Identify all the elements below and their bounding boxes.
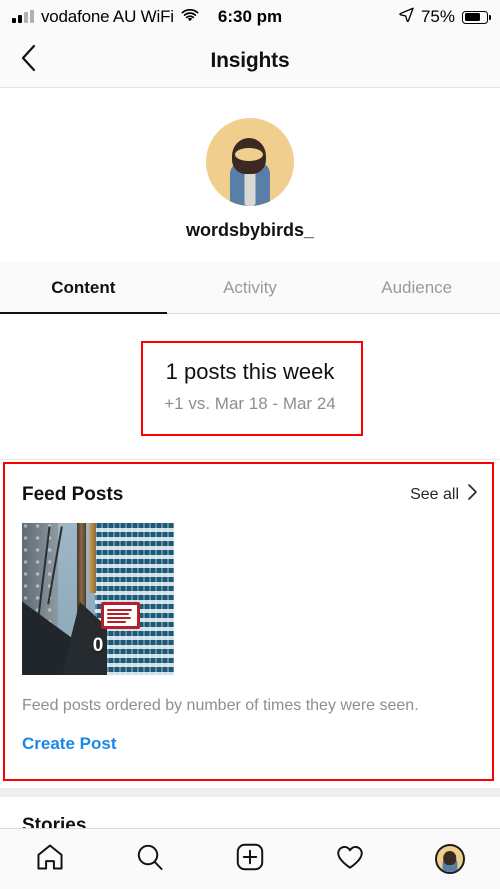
home-icon bbox=[35, 842, 65, 877]
avatar-hair bbox=[231, 138, 266, 174]
heart-icon bbox=[335, 842, 365, 877]
profile-section: wordsbybirds_ bbox=[0, 89, 500, 241]
avatar-image bbox=[206, 118, 294, 206]
week-summary-section: 1 posts this week +1 vs. Mar 18 - Mar 24 bbox=[0, 314, 500, 460]
chevron-right-icon bbox=[467, 483, 478, 506]
avatar[interactable] bbox=[206, 118, 294, 206]
instagram-insights-screen: vodafone AU WiFi 6:30 pm 75% Insights wo… bbox=[0, 0, 500, 889]
nav-profile-button[interactable] bbox=[400, 829, 500, 889]
nav-home-button[interactable] bbox=[0, 829, 100, 889]
post-impressions-count: 0 bbox=[92, 635, 104, 656]
status-bar-right: 75% bbox=[399, 7, 491, 27]
stories-title: Stories bbox=[22, 815, 87, 829]
battery-percent-label: 75% bbox=[420, 7, 455, 26]
tab-audience[interactable]: Audience bbox=[333, 263, 500, 313]
see-all-label: See all bbox=[410, 485, 459, 503]
section-divider bbox=[0, 788, 500, 797]
feed-posts-card: Feed Posts See all 0 Feed posts ordered … bbox=[0, 462, 500, 780]
wifi-icon bbox=[181, 7, 199, 27]
week-posts-headline: 1 posts this week bbox=[165, 359, 335, 384]
insights-tabs: Content Activity Audience bbox=[0, 263, 500, 314]
thumbnail-red-sign bbox=[101, 602, 141, 630]
nav-activity-button[interactable] bbox=[300, 829, 400, 889]
status-bar-left: vodafone AU WiFi bbox=[12, 7, 199, 27]
feed-post-thumbnail[interactable]: 0 bbox=[22, 523, 174, 675]
create-post-link[interactable]: Create Post bbox=[22, 734, 500, 754]
feed-posts-header: Feed Posts See all bbox=[0, 462, 500, 506]
see-all-button[interactable]: See all bbox=[410, 483, 478, 506]
signal-bars-icon bbox=[12, 10, 34, 23]
profile-avatar-icon bbox=[435, 844, 465, 874]
search-icon bbox=[135, 842, 165, 877]
status-bar: vodafone AU WiFi 6:30 pm 75% bbox=[0, 0, 500, 34]
stories-section: Stories bbox=[0, 797, 500, 829]
thumbnail-pole-2 bbox=[88, 523, 96, 593]
profile-username: wordsbybirds_ bbox=[185, 220, 315, 240]
page-title: Insights bbox=[210, 48, 290, 72]
battery-icon bbox=[462, 10, 491, 24]
nav-search-button[interactable] bbox=[100, 829, 200, 889]
add-post-icon bbox=[235, 842, 265, 877]
feed-posts-note: Feed posts ordered by number of times th… bbox=[22, 697, 419, 714]
week-posts-comparison: +1 vs. Mar 18 - Mar 24 bbox=[164, 394, 336, 413]
feed-posts-title: Feed Posts bbox=[22, 483, 124, 505]
bottom-navigation-bar bbox=[0, 828, 500, 889]
tab-activity[interactable]: Activity bbox=[167, 263, 334, 313]
carrier-label: vodafone AU WiFi bbox=[41, 7, 174, 26]
tab-content[interactable]: Content bbox=[0, 263, 167, 314]
nav-add-post-button[interactable] bbox=[200, 829, 300, 889]
navigation-header: Insights bbox=[0, 34, 500, 88]
location-arrow-icon bbox=[399, 7, 414, 27]
